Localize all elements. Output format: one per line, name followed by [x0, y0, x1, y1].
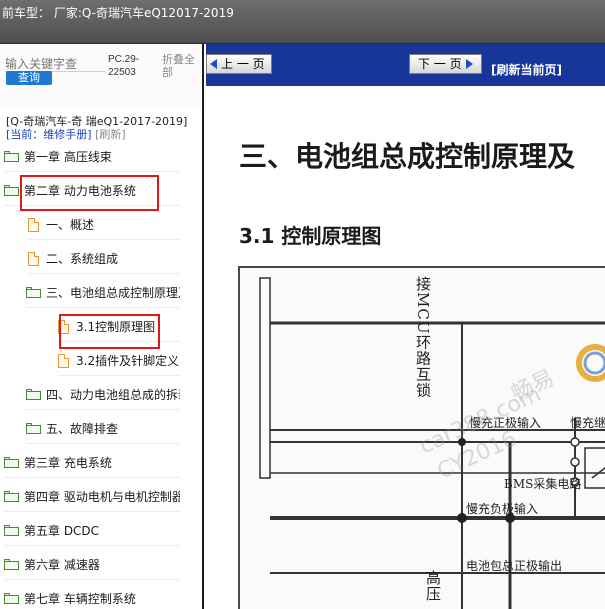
logo-ring-icon — [576, 344, 605, 382]
tree-item-label: 第一章 高压线束 — [24, 150, 112, 164]
content-pane: 上 一 页 下 一 页 [刷新当前页] 三、电池组总成控制原理及 3.1 控制原… — [206, 44, 605, 609]
highlight-box-chapter — [20, 175, 159, 211]
vehicle-breadcrumb: [Q-奇瑞汽车-奇 瑞eQ1-2017-2019] — [6, 115, 188, 128]
pack-positive-output-label: 电池包总正极输出 — [466, 559, 563, 573]
arrow-left-icon — [210, 59, 217, 69]
tree-item[interactable]: 二、系统组成 — [28, 244, 180, 274]
relay-box — [584, 447, 605, 489]
bms-circuit-label: BMS采集电路 — [504, 477, 582, 491]
tree-item[interactable]: 四、动力电池组总成的拆装 — [26, 380, 180, 410]
tree-item-label: 三、电池组总成控制原理及 — [46, 286, 180, 300]
mcu-interlock-label: 接MCU环路互锁 — [414, 276, 432, 399]
tree-item[interactable]: 第一章 高压线束 — [4, 142, 180, 172]
prev-page-label: 上 一 页 — [221, 57, 265, 71]
highlight-box-section — [59, 314, 160, 349]
logo-ring-inner-icon — [583, 351, 605, 375]
tree-item-label: 二、系统组成 — [46, 252, 119, 266]
node-circle — [570, 457, 580, 467]
tree-item-label: 四、动力电池组总成的拆装 — [46, 388, 180, 402]
page-nav-bar: 上 一 页 下 一 页 [刷新当前页] — [206, 44, 605, 86]
app-window: 前车型： 厂家:Q-奇瑞汽车eQ12017-2019 查询 PC.29-2250… — [0, 0, 605, 609]
pc-code: PC.29-22503 — [108, 54, 140, 78]
next-page-button[interactable]: 下 一 页 — [409, 54, 482, 74]
search-button[interactable]: 查询 — [6, 71, 52, 85]
folder-icon — [4, 559, 19, 570]
tree-item[interactable]: 五、故障排查 — [26, 414, 180, 444]
document-icon — [28, 251, 39, 266]
tree-item[interactable]: 一、概述 — [28, 210, 180, 240]
tree-item-label: 五、故障排查 — [46, 422, 119, 436]
tree-item[interactable]: 3.2插件及针脚定义 — [58, 346, 180, 376]
tree-item[interactable]: 第三章 充电系统 — [4, 448, 180, 478]
folder-icon — [4, 457, 19, 468]
tree-item-label: 第四章 驱动电机与电机控制器 — [24, 490, 180, 504]
tree-item[interactable]: 第六章 减速器 — [4, 550, 180, 580]
header-bar: 前车型： 厂家:Q-奇瑞汽车eQ12017-2019 — [0, 0, 605, 44]
search-area: 查询 PC.29-22503 折叠全部 — [0, 44, 202, 110]
prev-page-button[interactable]: 上 一 页 — [206, 54, 272, 74]
folder-icon — [4, 593, 19, 604]
tree-item[interactable]: 第四章 驱动电机与电机控制器 — [4, 482, 180, 512]
control-schematic: 接MCU环路互锁 高压 慢充正极输入 慢充继 BMS采集电路 慢充负极输入 电池… — [238, 266, 605, 609]
arrow-right-icon — [465, 59, 473, 69]
relay-coil — [591, 467, 605, 479]
tree-item[interactable]: 三、电池组总成控制原理及 — [26, 278, 180, 308]
folder-icon — [26, 423, 41, 434]
next-page-label: 下 一 页 — [418, 57, 462, 71]
mcu-bracket — [259, 277, 271, 479]
tree-item[interactable]: 第七章 车辆控制系统 — [4, 584, 180, 609]
collapse-all-link[interactable]: 折叠全部 — [162, 53, 202, 79]
section-heading: 3.1 控制原理图 — [239, 224, 382, 248]
folder-icon — [26, 287, 41, 298]
vehicle-title: 前车型： 厂家:Q-奇瑞汽车eQ12017-2019 — [2, 6, 234, 20]
high-voltage-label: 高压 — [424, 570, 442, 602]
tree-item-label: 第三章 充电系统 — [24, 456, 112, 470]
document-icon — [58, 353, 69, 368]
tree-item-label: 一、概述 — [46, 218, 95, 232]
document-icon — [28, 217, 39, 232]
folder-icon — [4, 491, 19, 502]
tree-item-label: 第六章 减速器 — [24, 558, 100, 572]
slow-charge-relay-label: 慢充继 — [570, 416, 605, 430]
slow-charge-negative-label: 慢充负极输入 — [466, 502, 539, 516]
current-manual-link[interactable]: [当前：维修手册] — [6, 128, 92, 141]
folder-icon — [26, 389, 41, 400]
folder-icon — [4, 151, 19, 162]
node-circle — [570, 437, 580, 447]
folder-icon — [4, 185, 19, 196]
sidebar: 查询 PC.29-22503 折叠全部 [Q-奇瑞汽车-奇 瑞eQ1-2017-… — [0, 44, 204, 609]
tree-item-label: 3.2插件及针脚定义 — [76, 354, 180, 368]
tree-item[interactable]: 第五章 DCDC — [4, 516, 180, 546]
folder-icon — [4, 525, 19, 536]
current-location: [当前：维修手册] [刷新] — [6, 128, 126, 141]
tree-item-label: 第五章 DCDC — [24, 524, 100, 538]
page-heading: 三、电池组总成控制原理及 — [239, 140, 576, 173]
refresh-page-link[interactable]: [刷新当前页] — [491, 61, 562, 78]
tree-item-label: 第七章 车辆控制系统 — [24, 592, 136, 606]
refresh-tree-link[interactable]: [刷新] — [95, 128, 126, 141]
search-input[interactable] — [5, 56, 105, 72]
